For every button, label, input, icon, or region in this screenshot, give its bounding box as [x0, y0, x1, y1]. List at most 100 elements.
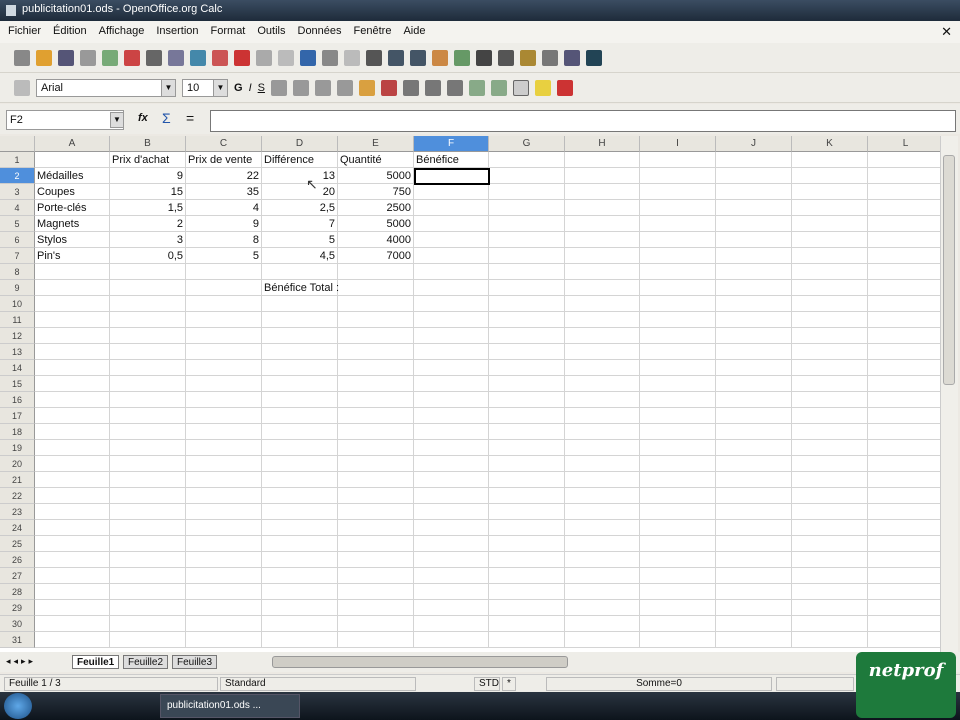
sheet-tab-feuille2[interactable]: Feuille2 [123, 655, 169, 669]
row-header[interactable]: 5 [0, 216, 35, 232]
help-icon[interactable] [586, 49, 602, 66]
row-header[interactable]: 20 [0, 456, 35, 472]
redo-icon[interactable] [344, 49, 360, 66]
cell-J13[interactable] [716, 344, 792, 360]
cell-K8[interactable] [792, 264, 868, 280]
cell-C14[interactable] [186, 360, 262, 376]
cell-A19[interactable] [35, 440, 110, 456]
cell-G26[interactable] [489, 552, 565, 568]
column-header-B[interactable]: B [110, 136, 186, 152]
cell-C12[interactable] [186, 328, 262, 344]
cell-J2[interactable] [716, 168, 792, 184]
cell-C28[interactable] [186, 584, 262, 600]
cell-A2[interactable]: Médailles [35, 168, 110, 184]
cell-I31[interactable] [640, 632, 716, 648]
vertical-scroll-thumb[interactable] [943, 155, 955, 385]
cell-I7[interactable] [640, 248, 716, 264]
cell-J3[interactable] [716, 184, 792, 200]
cell-E26[interactable] [338, 552, 414, 568]
cell-C20[interactable] [186, 456, 262, 472]
cell-I5[interactable] [640, 216, 716, 232]
cell-F1[interactable]: Bénéfice [414, 152, 489, 168]
column-header-F[interactable]: F [414, 136, 489, 152]
cell-A29[interactable] [35, 600, 110, 616]
number-format-icon[interactable] [402, 79, 419, 96]
row-header[interactable]: 3 [0, 184, 35, 200]
cell-B8[interactable] [110, 264, 186, 280]
column-header-G[interactable]: G [489, 136, 565, 152]
cell-L14[interactable] [868, 360, 940, 376]
cell-B26[interactable] [110, 552, 186, 568]
cell-C17[interactable] [186, 408, 262, 424]
cell-L13[interactable] [868, 344, 940, 360]
menu-item-3[interactable]: Insertion [156, 25, 198, 39]
row-header[interactable]: 22 [0, 488, 35, 504]
cell-G27[interactable] [489, 568, 565, 584]
cell-B21[interactable] [110, 472, 186, 488]
cell-K10[interactable] [792, 296, 868, 312]
cell-A4[interactable]: Porte-clés [35, 200, 110, 216]
cell-K14[interactable] [792, 360, 868, 376]
spellcheck-icon[interactable] [190, 49, 206, 66]
cell-E21[interactable] [338, 472, 414, 488]
cell-D25[interactable] [262, 536, 338, 552]
cell-E8[interactable] [338, 264, 414, 280]
cell-J27[interactable] [716, 568, 792, 584]
cell-E4[interactable]: 2500 [338, 200, 414, 216]
cell-D11[interactable] [262, 312, 338, 328]
cell-F3[interactable] [414, 184, 489, 200]
justify-icon[interactable] [336, 79, 353, 96]
cell-C10[interactable] [186, 296, 262, 312]
row-header[interactable]: 27 [0, 568, 35, 584]
select-all-corner[interactable] [0, 136, 35, 152]
cell-D23[interactable] [262, 504, 338, 520]
cell-K17[interactable] [792, 408, 868, 424]
row-header[interactable]: 6 [0, 232, 35, 248]
cell-F21[interactable] [414, 472, 489, 488]
horizontal-scrollbar[interactable] [272, 656, 568, 668]
undo-icon[interactable] [322, 49, 338, 66]
cell-E27[interactable] [338, 568, 414, 584]
cell-L12[interactable] [868, 328, 940, 344]
cell-L31[interactable] [868, 632, 940, 648]
row-header[interactable]: 19 [0, 440, 35, 456]
cell-B18[interactable] [110, 424, 186, 440]
styles-icon[interactable] [14, 79, 30, 96]
cell-H13[interactable] [565, 344, 640, 360]
cell-L19[interactable] [868, 440, 940, 456]
cell-H10[interactable] [565, 296, 640, 312]
cell-I17[interactable] [640, 408, 716, 424]
font-size-select[interactable]: 10 ▼ [182, 78, 228, 97]
cell-I15[interactable] [640, 376, 716, 392]
column-header-H[interactable]: H [565, 136, 640, 152]
cell-E18[interactable] [338, 424, 414, 440]
cell-A3[interactable]: Coupes [35, 184, 110, 200]
cell-G21[interactable] [489, 472, 565, 488]
cell-H18[interactable] [565, 424, 640, 440]
cell-K9[interactable] [792, 280, 868, 296]
cell-E3[interactable]: 750 [338, 184, 414, 200]
cell-I13[interactable] [640, 344, 716, 360]
cell-I1[interactable] [640, 152, 716, 168]
row-header[interactable]: 13 [0, 344, 35, 360]
cell-B19[interactable] [110, 440, 186, 456]
cell-D27[interactable] [262, 568, 338, 584]
cell-G31[interactable] [489, 632, 565, 648]
cell-D14[interactable] [262, 360, 338, 376]
column-header-A[interactable]: A [35, 136, 110, 152]
autospell-icon[interactable] [212, 49, 228, 66]
cell-F4[interactable] [414, 200, 489, 216]
cell-B12[interactable] [110, 328, 186, 344]
cell-E12[interactable] [338, 328, 414, 344]
cell-L8[interactable] [868, 264, 940, 280]
cell-L27[interactable] [868, 568, 940, 584]
cell-C1[interactable]: Prix de vente [186, 152, 262, 168]
datasources-icon[interactable] [542, 49, 558, 66]
cell-B23[interactable] [110, 504, 186, 520]
column-header-C[interactable]: C [186, 136, 262, 152]
cell-K16[interactable] [792, 392, 868, 408]
cell-I29[interactable] [640, 600, 716, 616]
cell-K7[interactable] [792, 248, 868, 264]
zoom-icon[interactable] [564, 49, 580, 66]
row-header[interactable]: 23 [0, 504, 35, 520]
